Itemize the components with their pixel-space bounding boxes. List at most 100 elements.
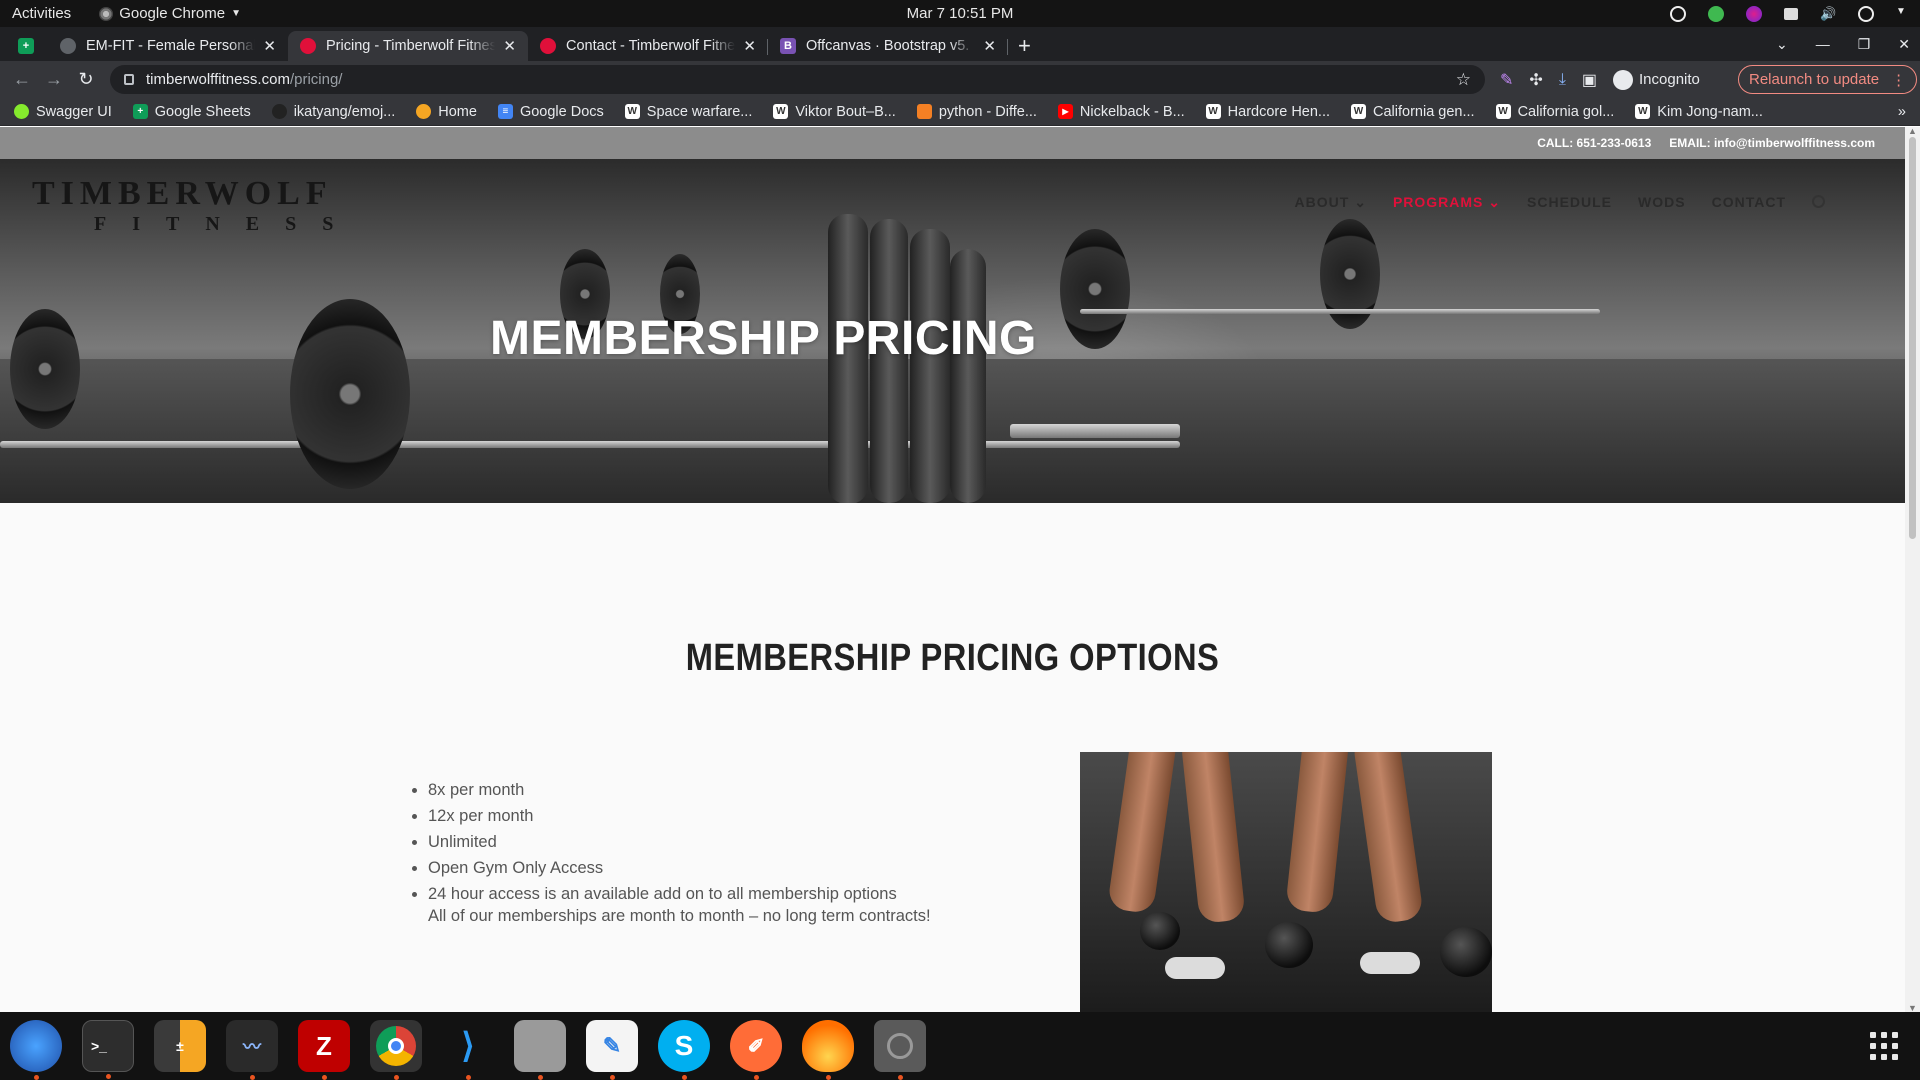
tab-search-chevron-icon[interactable]: ⌄ (1776, 36, 1788, 53)
dock: >_ ± 〰 Z ⟩ ✎ S ✐ (0, 1012, 1920, 1080)
close-window-icon[interactable]: ✕ (1898, 36, 1910, 53)
incognito-label: Incognito (1639, 71, 1700, 88)
window-controls: ⌄ — ❐ ✕ (1776, 27, 1910, 61)
bookmark-item[interactable]: Swagger UI (14, 104, 112, 120)
photo-figure-graphic (1180, 752, 1246, 924)
disk-icon[interactable] (874, 1020, 926, 1080)
filezilla-icon[interactable]: Z (298, 1020, 350, 1080)
system-monitor-icon[interactable]: 〰 (226, 1020, 278, 1080)
bookmark-item[interactable]: Home (416, 104, 477, 120)
bookmark-label: Swagger UI (36, 103, 112, 120)
address-bar[interactable]: timberwolffitness.com/pricing/ ☆ (110, 65, 1485, 94)
new-tab-plus-icon[interactable]: + (1018, 33, 1031, 59)
side-panel-icon[interactable]: ▣ (1582, 70, 1597, 90)
bookmark-item[interactable]: W California gol... (1495, 104, 1614, 120)
postman-icon[interactable]: ✐ (730, 1020, 782, 1080)
bookmark-item[interactable]: ▶ Nickelback - B... (1057, 104, 1185, 120)
chrome-icon[interactable] (370, 1020, 422, 1080)
kebab-menu-icon[interactable]: ⋮ (1891, 71, 1906, 89)
volume-icon[interactable]: 🔊 (1820, 6, 1836, 22)
weight-plate-graphic (290, 299, 410, 489)
bookmark-item[interactable]: python - Diffe... (916, 104, 1037, 120)
scroll-up-arrow-icon[interactable]: ▲ (1908, 126, 1917, 136)
thunderbird-icon[interactable] (10, 1020, 62, 1080)
shield-check-icon[interactable] (1708, 5, 1724, 22)
nav-item-about[interactable]: ABOUT ⌄ (1295, 194, 1367, 211)
site-logo[interactable]: TIMBERWOLF FITNESS (32, 177, 359, 236)
vscode-icon[interactable]: ⟩ (442, 1020, 494, 1080)
bookmark-item[interactable]: W Hardcore Hen... (1205, 104, 1330, 120)
nav-label: ABOUT (1294, 194, 1350, 210)
close-tab-icon[interactable]: ✕ (263, 37, 276, 55)
tab-title: Offcanvas · Bootstrap v5. (806, 38, 970, 54)
bookmark-star-icon[interactable]: ☆ (1456, 70, 1471, 90)
nav-item-contact[interactable]: CONTACT (1712, 194, 1786, 211)
close-tab-icon[interactable]: ✕ (983, 37, 996, 55)
weight-plate-graphic (1060, 229, 1130, 349)
files-icon[interactable] (514, 1020, 566, 1080)
nav-item-wods[interactable]: WODS (1638, 194, 1686, 211)
list-item: Unlimited (428, 829, 897, 855)
app-indicator-icon[interactable] (1746, 5, 1762, 22)
close-tab-icon[interactable]: ✕ (743, 37, 756, 55)
weight-plate-graphic (10, 309, 80, 429)
bookmark-item[interactable]: ≡ Google Docs (497, 104, 604, 120)
incognito-indicator[interactable]: Incognito (1613, 69, 1700, 90)
call-link[interactable]: CALL: 651-233-0613 (1537, 136, 1651, 150)
bookmark-item[interactable]: W California gen... (1351, 104, 1475, 120)
reload-icon[interactable]: ↻ (70, 69, 102, 90)
maximize-icon[interactable]: ❐ (1858, 36, 1871, 53)
youtube-icon: ▶ (1057, 104, 1073, 119)
calculator-icon[interactable]: ± (154, 1020, 206, 1072)
minimize-icon[interactable]: — (1816, 36, 1830, 52)
page-scrollbar[interactable]: ▲ ▼ (1905, 126, 1920, 1013)
tab-offcanvas[interactable]: B Offcanvas · Bootstrap v5. ✕ (768, 31, 1008, 61)
scrollbar-thumb[interactable] (1909, 137, 1916, 539)
network-icon[interactable] (1784, 7, 1798, 20)
back-arrow-icon[interactable]: ← (6, 69, 38, 90)
relaunch-update-button[interactable]: Relaunch to update ⋮ (1738, 65, 1918, 94)
activities-button[interactable]: Activities (12, 5, 71, 22)
bookmark-label: Kim Jong-nam... (1657, 103, 1763, 120)
tab-em-fit[interactable]: EM-FIT - Female Personal ✕ (48, 31, 288, 61)
pinned-tab-sheets[interactable]: + (0, 31, 48, 61)
text-editor-icon[interactable]: ✎ (586, 1020, 638, 1080)
lock-icon[interactable] (124, 74, 134, 85)
running-indicator (321, 1075, 327, 1080)
terminal-icon[interactable]: >_ (82, 1020, 134, 1079)
nav-item-schedule[interactable]: SCHEDULE (1527, 194, 1612, 211)
swagger-icon (14, 104, 29, 119)
chrome-logo (376, 1026, 416, 1066)
kettlebell-photo (1080, 752, 1492, 1012)
clock[interactable]: Mar 7 10:51 PM (0, 5, 1920, 22)
search-icon[interactable] (1812, 195, 1825, 208)
puzzle-extensions-icon[interactable]: ✣ (1529, 70, 1542, 90)
stackoverflow-icon (916, 104, 932, 119)
wikipedia-icon: W (1495, 104, 1511, 119)
bookmark-item[interactable]: ikatyang/emoj... (271, 104, 395, 120)
no-disturb-icon[interactable] (1670, 5, 1686, 22)
bookmark-item[interactable]: W Kim Jong-nam... (1635, 104, 1763, 120)
bookmark-item[interactable]: + Google Sheets (132, 104, 251, 120)
system-tray[interactable]: 🔊 ▼ (1670, 0, 1906, 27)
skype-icon[interactable]: S (658, 1020, 710, 1080)
logo-line-1: TIMBERWOLF (32, 175, 333, 212)
app-menu[interactable]: Google Chrome ▼ (99, 5, 241, 22)
flame-app-icon[interactable] (802, 1020, 854, 1080)
pen-extension-icon[interactable]: ✎ (1500, 70, 1513, 90)
forward-arrow-icon[interactable]: → (38, 69, 70, 90)
nav-item-programs[interactable]: PROGRAMS ⌄ (1393, 194, 1501, 211)
tab-pricing[interactable]: Pricing - Timberwolf Fitness ✕ (288, 31, 528, 61)
tab-separator (1007, 39, 1008, 55)
email-link[interactable]: EMAIL: info@timberwolffitness.com (1669, 136, 1875, 150)
download-icon[interactable]: ⤓ (1559, 71, 1566, 89)
show-apps-grid-icon[interactable] (1870, 1032, 1900, 1062)
bookmark-item[interactable]: W Space warfare... (624, 104, 752, 120)
hero-title: MEMBERSHIP PRICING (490, 312, 1037, 365)
power-icon[interactable] (1858, 5, 1874, 22)
close-tab-icon[interactable]: ✕ (503, 37, 516, 55)
tab-contact[interactable]: Contact - Timberwolf Fitness ✕ (528, 31, 768, 61)
bookmark-item[interactable]: W Viktor Bout–B... (773, 104, 896, 120)
bookmarks-overflow-icon[interactable]: » (1898, 104, 1906, 120)
caret-down-icon[interactable]: ▼ (1896, 6, 1906, 22)
